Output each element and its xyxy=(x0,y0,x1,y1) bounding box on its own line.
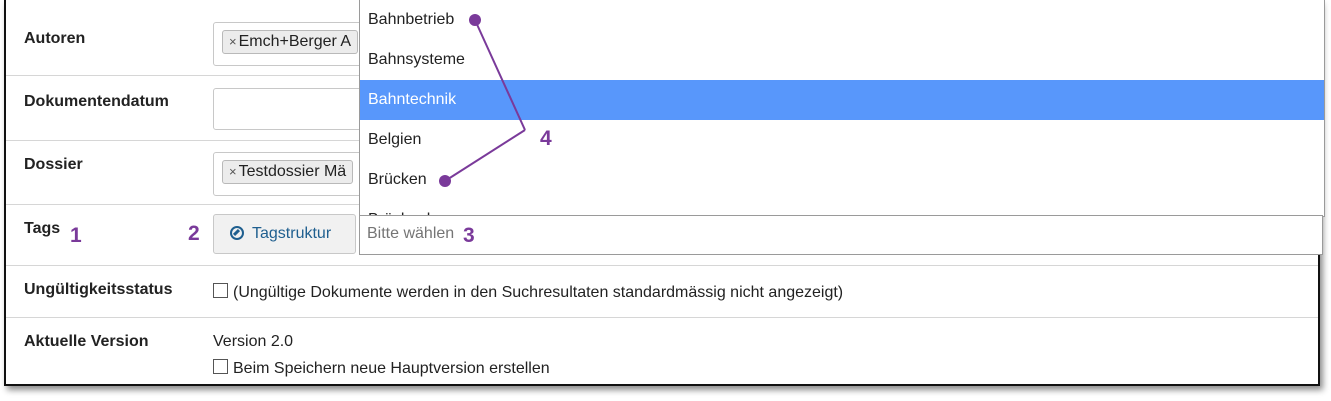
annotation-line-upper xyxy=(474,19,526,131)
annotation-line-lower xyxy=(444,129,526,182)
annotation-dot-upper xyxy=(469,14,481,26)
annotation-connector xyxy=(439,14,526,187)
annotation-dot-lower xyxy=(439,175,451,187)
